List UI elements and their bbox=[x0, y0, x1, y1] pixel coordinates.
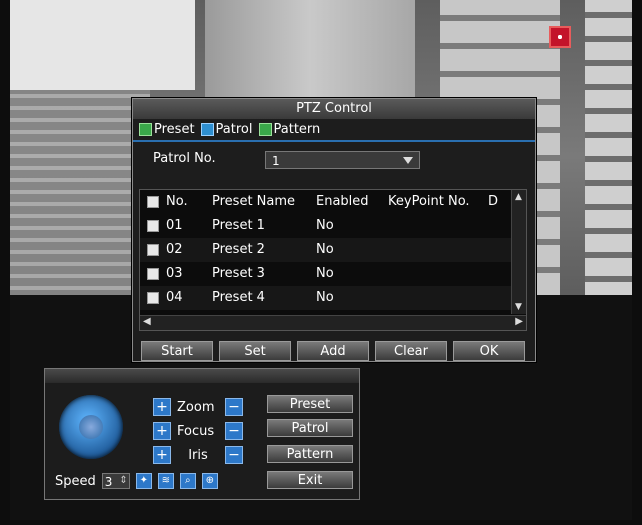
scroll-up-icon[interactable]: ▲ bbox=[515, 192, 522, 202]
row-checkbox[interactable] bbox=[140, 214, 166, 238]
patrol-no-value: 1 bbox=[272, 154, 280, 168]
dialog-title: PTZ Control bbox=[133, 99, 535, 119]
row-no: 03 bbox=[166, 266, 183, 281]
pattern-tab-icon bbox=[258, 122, 272, 136]
tab-label: Preset bbox=[154, 121, 195, 137]
zoom-out-button[interactable]: − bbox=[225, 398, 243, 416]
center-icon[interactable]: ⊕ bbox=[201, 473, 218, 489]
ok-button[interactable]: OK bbox=[453, 341, 525, 361]
scroll-left-icon[interactable]: ◀ bbox=[143, 316, 151, 327]
row-enabled: No bbox=[316, 266, 334, 281]
col-d: D bbox=[488, 194, 499, 209]
focus-in-button[interactable]: + bbox=[153, 422, 171, 440]
horizontal-scrollbar[interactable]: ◀ ▶ bbox=[140, 315, 526, 330]
direction-pad[interactable] bbox=[59, 395, 123, 459]
patrol-no-select[interactable]: 1 bbox=[265, 151, 420, 169]
scroll-right-icon[interactable]: ▶ bbox=[515, 316, 523, 327]
col-keypoint: KeyPoint No. bbox=[388, 194, 470, 209]
focus-label: Focus bbox=[177, 423, 215, 439]
row-checkbox[interactable] bbox=[140, 262, 166, 286]
iris-open-button[interactable]: + bbox=[153, 446, 171, 464]
building-left bbox=[10, 90, 150, 310]
preset-table: No. Preset Name Enabled KeyPoint No. D 0… bbox=[139, 189, 527, 331]
dpad-center-icon[interactable] bbox=[79, 415, 103, 439]
preset-button[interactable]: Preset bbox=[267, 395, 353, 413]
tab-label: Patrol bbox=[215, 121, 253, 137]
light-icon[interactable]: ✦ bbox=[135, 473, 152, 489]
speed-control: Speed 3 ✦ ≋ ⌕ ⊕ bbox=[55, 473, 218, 489]
row-name: Preset 3 bbox=[212, 266, 265, 281]
row-name: Preset 1 bbox=[212, 218, 265, 233]
patrol-tab-icon bbox=[200, 122, 214, 136]
focus-out-button[interactable]: − bbox=[225, 422, 243, 440]
iris-label: Iris bbox=[188, 447, 208, 463]
row-no: 01 bbox=[166, 218, 183, 233]
tab-divider bbox=[133, 140, 535, 142]
start-button[interactable]: Start bbox=[141, 341, 213, 361]
speed-select[interactable]: 3 bbox=[101, 473, 130, 489]
set-button[interactable]: Set bbox=[219, 341, 291, 361]
ptz-control-dialog: PTZ Control Preset Patrol Pattern Patrol… bbox=[132, 98, 536, 362]
row-no: 02 bbox=[166, 242, 183, 257]
ptz-panel: + Zoom − + Focus − + Iris − Preset Patro… bbox=[44, 368, 360, 500]
table-header: No. Preset Name Enabled KeyPoint No. D bbox=[140, 190, 526, 214]
tab-pattern[interactable]: Pattern bbox=[258, 119, 321, 139]
tab-bar: Preset Patrol Pattern bbox=[139, 119, 320, 139]
row-name: Preset 4 bbox=[212, 290, 265, 305]
zoom-in-button[interactable]: + bbox=[153, 398, 171, 416]
speed-label: Speed bbox=[55, 473, 96, 489]
row-name: Preset 2 bbox=[212, 242, 265, 257]
col-enabled: Enabled bbox=[316, 194, 369, 209]
panel-titlebar bbox=[45, 369, 359, 383]
iris-close-button[interactable]: − bbox=[225, 446, 243, 464]
row-enabled: No bbox=[316, 290, 334, 305]
preset-tab-icon bbox=[139, 122, 152, 136]
row-no: 04 bbox=[166, 290, 183, 305]
sky bbox=[10, 0, 195, 90]
clear-button[interactable]: Clear bbox=[375, 341, 447, 361]
tab-label: Pattern bbox=[273, 121, 321, 137]
table-row[interactable]: 03 Preset 3 No bbox=[140, 262, 526, 286]
row-checkbox[interactable] bbox=[140, 286, 166, 310]
add-button[interactable]: Add bbox=[297, 341, 369, 361]
exit-button[interactable]: Exit bbox=[267, 471, 353, 489]
table-row[interactable]: 04 Preset 4 No bbox=[140, 286, 526, 310]
building-far-right bbox=[585, 0, 632, 300]
col-preset-name: Preset Name bbox=[212, 194, 296, 209]
table-row[interactable]: 01 Preset 1 No bbox=[140, 214, 526, 238]
patrol-no-label: Patrol No. bbox=[153, 151, 216, 166]
tab-patrol[interactable]: Patrol bbox=[200, 119, 253, 139]
row-enabled: No bbox=[316, 242, 334, 257]
zoom-area-icon[interactable]: ⌕ bbox=[179, 473, 196, 489]
pattern-button[interactable]: Pattern bbox=[267, 445, 353, 463]
zoom-label: Zoom bbox=[177, 399, 215, 415]
patrol-button[interactable]: Patrol bbox=[267, 419, 353, 437]
chevron-down-icon bbox=[403, 157, 413, 164]
record-icon bbox=[549, 26, 571, 48]
row-checkbox[interactable] bbox=[140, 238, 166, 262]
iris-control: + Iris − bbox=[153, 445, 263, 465]
vertical-scrollbar[interactable]: ▲ ▼ bbox=[511, 190, 526, 314]
zoom-control: + Zoom − bbox=[153, 397, 263, 417]
focus-control: + Focus − bbox=[153, 421, 263, 441]
row-enabled: No bbox=[316, 218, 334, 233]
col-no: No. bbox=[166, 194, 188, 209]
select-all-checkbox[interactable] bbox=[140, 190, 166, 214]
tab-preset[interactable]: Preset bbox=[139, 119, 195, 139]
scroll-down-icon[interactable]: ▼ bbox=[515, 302, 522, 312]
building-center bbox=[205, 0, 415, 105]
dialog-button-row: Start Set Add Clear OK bbox=[141, 341, 525, 361]
wiper-icon[interactable]: ≋ bbox=[157, 473, 174, 489]
table-row[interactable]: 02 Preset 2 No bbox=[140, 238, 526, 262]
